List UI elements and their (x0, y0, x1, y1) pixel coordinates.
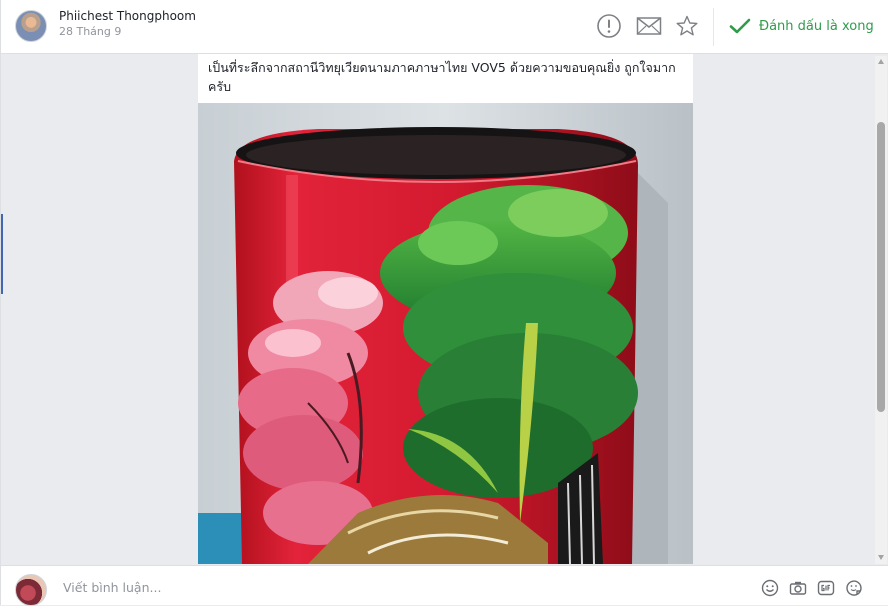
mark-done-label: Đánh dấu là xong (759, 18, 874, 34)
post-content: เป็นที่ระลึกจากสถานีวิทยุเวียดนามภาคภาษา… (198, 54, 693, 564)
camera-icon (789, 581, 807, 595)
mark-done-button[interactable]: Đánh dấu là xong (729, 14, 874, 38)
author-avatar[interactable] (15, 10, 47, 42)
checkmark-icon (729, 18, 751, 34)
post-date[interactable]: 28 Tháng 9 (59, 25, 121, 38)
exclamation-circle-icon (597, 14, 621, 38)
post-header: Phiichest Thongphoom 28 Tháng 9 Đánh dấu… (1, 0, 888, 54)
comment-input[interactable] (63, 576, 663, 598)
scroll-down-arrow-icon[interactable] (877, 553, 885, 561)
message-button[interactable] (635, 12, 663, 40)
emoji-button[interactable] (760, 578, 780, 598)
star-icon (676, 15, 698, 36)
favorite-button[interactable] (673, 12, 701, 40)
post-photo[interactable] (198, 103, 693, 564)
left-accent-bar (1, 214, 3, 294)
smiley-icon (761, 579, 779, 597)
scrollbar-thumb[interactable] (877, 122, 885, 412)
gif-icon (817, 580, 835, 596)
scroll-up-arrow-icon[interactable] (877, 58, 885, 66)
comment-composer (1, 565, 888, 606)
current-user-avatar (15, 574, 47, 606)
photo-button[interactable] (788, 578, 808, 598)
lacquer-cup-image (198, 103, 693, 564)
header-divider (713, 8, 714, 46)
gif-button[interactable] (816, 578, 836, 598)
post-viewer: Phiichest Thongphoom 28 Tháng 9 Đánh dấu… (0, 0, 888, 606)
author-name[interactable]: Phiichest Thongphoom (59, 9, 196, 23)
sticker-icon (846, 580, 862, 596)
envelope-icon (636, 17, 662, 35)
sticker-button[interactable] (844, 578, 864, 598)
report-button[interactable] (595, 12, 623, 40)
post-text: เป็นที่ระลึกจากสถานีวิทยุเวียดนามภาคภาษา… (208, 60, 676, 94)
